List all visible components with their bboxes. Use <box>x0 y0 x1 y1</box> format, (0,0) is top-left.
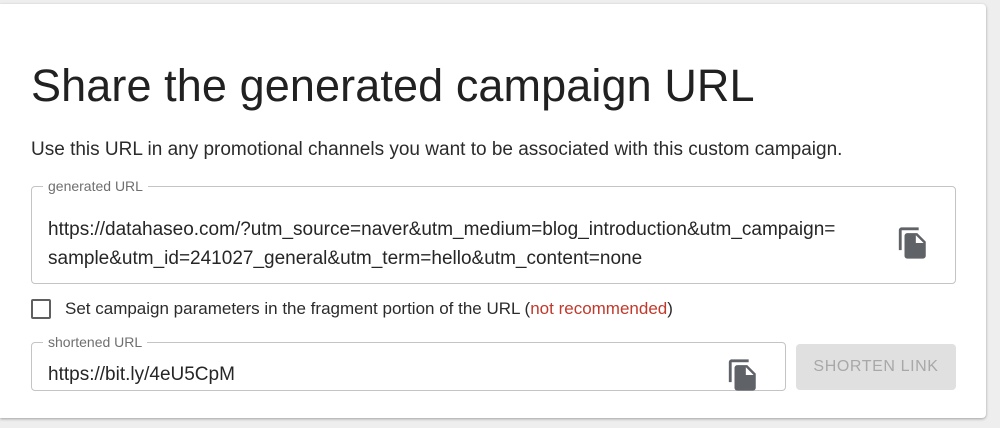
description-text: Use this URL in any promotional channels… <box>31 139 843 160</box>
page-title: Share the generated campaign URL <box>31 60 755 111</box>
fragment-option-row[interactable]: Set campaign parameters in the fragment … <box>31 296 673 322</box>
fragment-checkbox[interactable] <box>31 299 51 319</box>
copy-icon <box>728 359 756 391</box>
shortened-url-field[interactable]: shortened URL https://bit.ly/4eU5CpM <box>31 335 786 391</box>
generated-url-value[interactable]: https://datahaseo.com/?utm_source=naver&… <box>48 215 893 273</box>
fragment-checkbox-label[interactable]: Set campaign parameters in the fragment … <box>65 299 673 319</box>
fragment-label-prefix: Set campaign parameters in the fragment … <box>65 299 531 318</box>
fragment-label-suffix: ) <box>667 299 673 318</box>
copy-shortened-url-button[interactable] <box>726 357 760 393</box>
copy-icon <box>898 227 926 259</box>
not-recommended-text: not recommended <box>530 299 668 318</box>
shorten-link-button[interactable]: SHORTEN LINK <box>796 344 956 390</box>
shortened-url-value[interactable]: https://bit.ly/4eU5CpM <box>48 362 235 388</box>
share-url-card: Share the generated campaign URL Use thi… <box>0 4 986 418</box>
shortened-url-label: shortened URL <box>48 334 143 350</box>
generated-url-label: generated URL <box>48 178 143 194</box>
generated-url-field[interactable]: generated URL https://datahaseo.com/?utm… <box>31 179 956 284</box>
copy-generated-url-button[interactable] <box>896 225 930 261</box>
